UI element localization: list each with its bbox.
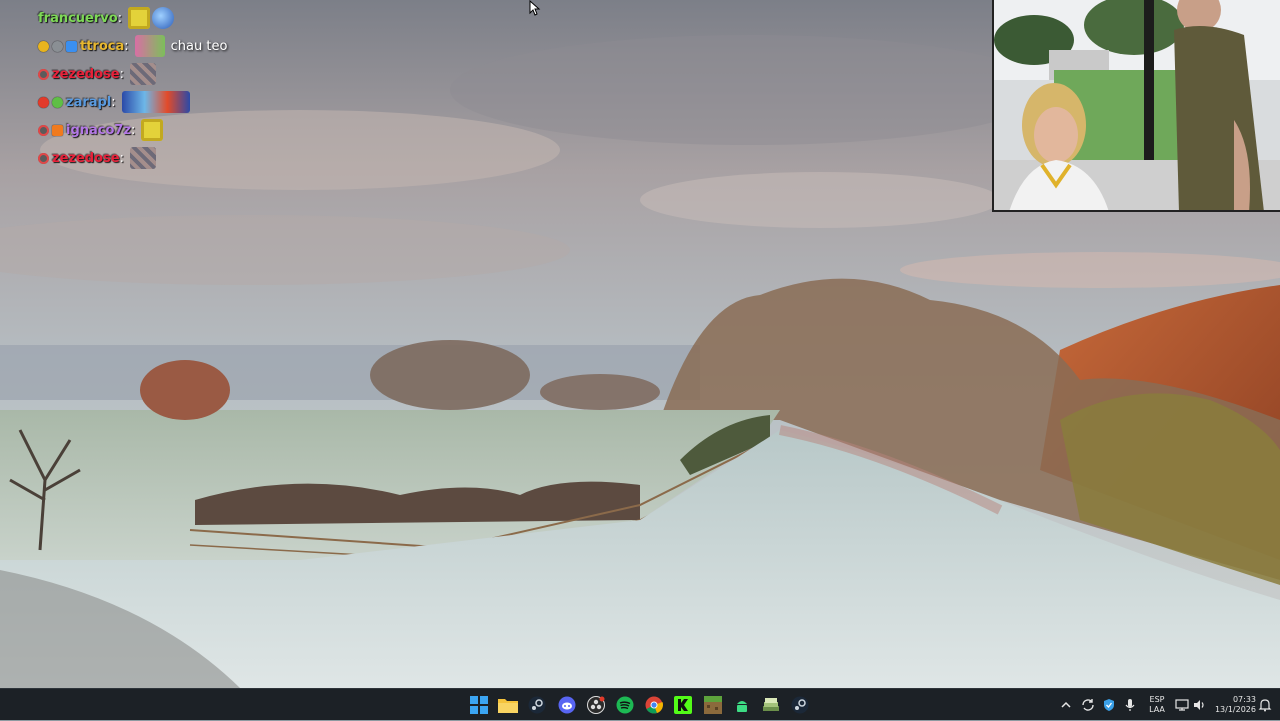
windows-start-icon[interactable] — [468, 694, 490, 716]
chat-message: ignaco7z: — [38, 116, 338, 144]
stack-app-icon[interactable] — [760, 694, 782, 716]
chat-colon: : — [124, 38, 129, 54]
obs-icon[interactable] — [585, 694, 607, 716]
sponge-face-emote — [128, 7, 151, 29]
clock-time: 07:33 — [1232, 695, 1256, 704]
orange-badge-icon — [52, 124, 63, 136]
mouse-cursor — [529, 0, 541, 20]
clock[interactable]: 07:33 13/1/2026 — [1210, 689, 1256, 721]
red-badge-icon — [38, 96, 49, 108]
sync-icon[interactable] — [1081, 689, 1095, 721]
network-icon[interactable] — [1175, 689, 1189, 721]
chat-username: ignaco7z — [66, 122, 132, 138]
kick-icon[interactable] — [672, 694, 694, 716]
chat-username: francuervo — [38, 10, 118, 26]
webcam-overlay — [992, 0, 1280, 212]
chat-message: ttroca: chau teo — [38, 32, 338, 60]
chat-message: zezedose: — [38, 144, 338, 172]
pixel-cat-emote — [129, 63, 156, 85]
chat-colon: : — [119, 150, 124, 166]
chat-colon: : — [117, 10, 123, 26]
show-hidden-icons-chevron-up-icon[interactable] — [1060, 689, 1072, 721]
notification-bell-icon[interactable] — [1258, 689, 1272, 721]
cars-banner-emote — [121, 91, 190, 113]
chat-colon: : — [131, 122, 136, 138]
volume-icon[interactable] — [1192, 689, 1206, 721]
stream-chat-overlay: francuervo: ttroca: chau teo zezedose: z… — [38, 4, 338, 172]
microphone-icon[interactable] — [1124, 689, 1136, 721]
file-explorer-icon[interactable] — [497, 694, 519, 716]
green-badge-icon — [52, 96, 63, 108]
minecraft-icon[interactable] — [702, 694, 724, 716]
sponge-face-emote — [141, 119, 164, 141]
skull-badge-icon — [38, 152, 49, 164]
discord-icon[interactable] — [556, 694, 578, 716]
language-code: ESP — [1149, 695, 1165, 704]
gray-badge-icon — [52, 40, 63, 52]
pixel-cat-emote — [129, 147, 156, 169]
chat-username: zarapl — [66, 94, 112, 110]
chat-username: zezedose — [52, 150, 120, 166]
skull-badge-icon — [38, 124, 49, 136]
chat-colon: : — [111, 94, 116, 110]
chat-text: chau teo — [170, 38, 228, 54]
steam-icon[interactable] — [526, 694, 548, 716]
language-indicator[interactable]: ESP LAA — [1146, 689, 1168, 721]
blue-ball-emote — [152, 7, 175, 29]
keyboard-layout: LAA — [1149, 705, 1165, 714]
android-icon[interactable] — [731, 694, 753, 716]
chat-colon: : — [119, 66, 124, 82]
taskbar: ESP LAA 07:33 13/1/2026 — [0, 688, 1280, 720]
chat-message: zarapl: — [38, 88, 338, 116]
steam-icon[interactable] — [789, 694, 811, 716]
gold-badge-icon — [38, 40, 49, 52]
spotify-icon[interactable] — [614, 694, 636, 716]
chrome-icon[interactable] — [643, 694, 665, 716]
security-shield-icon[interactable] — [1102, 689, 1116, 721]
blue-cube-badge-icon — [66, 40, 77, 52]
skull-badge-icon — [38, 68, 49, 80]
pink-frog-emote — [134, 35, 165, 57]
chat-message: francuervo: — [38, 4, 338, 32]
chat-message: zezedose: — [38, 60, 338, 88]
chat-username: ttroca — [80, 38, 125, 54]
clock-date: 13/1/2026 — [1214, 705, 1256, 714]
chat-username: zezedose — [52, 66, 120, 82]
